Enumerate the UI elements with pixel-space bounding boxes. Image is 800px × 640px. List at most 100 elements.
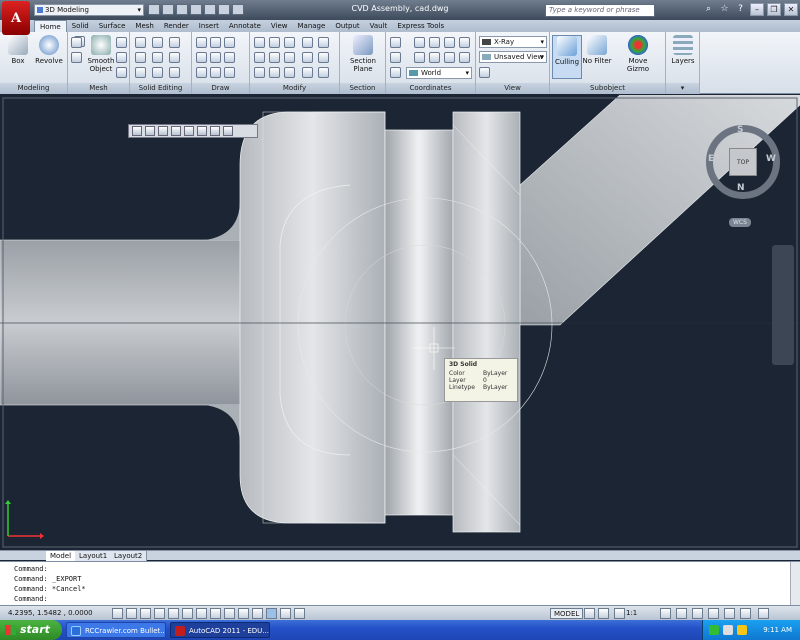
move-icon[interactable] (254, 37, 265, 48)
line-icon[interactable] (196, 37, 207, 48)
quick-view-drawings-icon[interactable] (598, 608, 609, 619)
annotation-visibility-icon[interactable] (660, 608, 671, 619)
panel-expand-layers[interactable]: ▾ (666, 83, 699, 94)
compass-north[interactable]: N (737, 183, 745, 193)
circle-icon[interactable] (224, 52, 235, 63)
lineweight-icon[interactable] (252, 608, 263, 619)
copy-icon[interactable] (254, 52, 265, 63)
tab-layout2[interactable]: Layout2 (110, 551, 148, 561)
wcs-menu[interactable]: WCS (729, 218, 751, 227)
3d-osnap-icon[interactable] (196, 608, 207, 619)
rotate-icon[interactable] (269, 52, 280, 63)
ducs-icon[interactable] (224, 608, 235, 619)
subtract-icon[interactable] (152, 37, 163, 48)
toolbar-tool-6-icon[interactable] (197, 126, 207, 136)
otrack-icon[interactable] (210, 608, 221, 619)
fillet-icon[interactable] (318, 37, 329, 48)
command-scrollbar[interactable] (790, 562, 800, 606)
toolbar-tool-7-icon[interactable] (210, 126, 220, 136)
polyline-icon[interactable] (210, 37, 221, 48)
box-button[interactable]: Box (3, 35, 33, 65)
toolbar-tool-5-icon[interactable] (184, 126, 194, 136)
ellipse-icon[interactable] (224, 67, 235, 78)
arc-icon[interactable] (224, 37, 235, 48)
array-icon[interactable] (254, 67, 265, 78)
panel-label-view[interactable]: View (476, 83, 549, 94)
panel-label-subobject[interactable]: Subobject (550, 83, 665, 94)
revolve-button[interactable]: Revolve (34, 35, 64, 65)
explode-icon[interactable] (302, 67, 313, 78)
ucs-view-icon[interactable] (414, 52, 425, 63)
save-as-icon[interactable] (190, 4, 202, 15)
move-gizmo-button[interactable]: Move Gizmo (618, 35, 658, 73)
undo-icon[interactable] (204, 4, 216, 15)
extract-edges-icon[interactable] (135, 52, 146, 63)
open-icon[interactable] (162, 4, 174, 15)
minimize-button[interactable]: – (750, 3, 764, 16)
toolbar-tool-8-icon[interactable] (223, 126, 233, 136)
tab-model[interactable]: Model (46, 551, 77, 561)
trim-icon[interactable] (302, 37, 313, 48)
binoculars-icon[interactable]: ⌕ (702, 3, 715, 16)
viewport-config-icon[interactable] (479, 67, 490, 78)
osnap-icon[interactable] (182, 608, 193, 619)
offset-icon[interactable] (318, 52, 329, 63)
toolbar-tool-1-icon[interactable] (132, 126, 142, 136)
workspace-switcher[interactable]: 3D Modeling ▾ (34, 4, 144, 16)
volume-icon[interactable] (723, 625, 733, 635)
toolbar-tool-3-icon[interactable] (158, 126, 168, 136)
redo-icon[interactable] (218, 4, 230, 15)
tab-express-tools[interactable]: Express Tools (392, 20, 449, 32)
panel-label-section[interactable]: Section (340, 83, 385, 94)
star-icon[interactable]: ☆ (718, 3, 731, 16)
tab-layout1[interactable]: Layout1 (75, 551, 113, 561)
imprint-icon[interactable] (169, 52, 180, 63)
navigation-bar[interactable] (772, 245, 794, 365)
command-window[interactable]: Command: Command: _EXPORT Command: *Canc… (0, 561, 800, 606)
tab-view[interactable]: View (266, 20, 293, 32)
clean-screen-icon[interactable] (740, 608, 751, 619)
stretch-icon[interactable] (284, 67, 295, 78)
save-icon[interactable] (176, 4, 188, 15)
tab-output[interactable]: Output (330, 20, 364, 32)
no-filter-button[interactable]: No Filter (582, 35, 612, 65)
panel-label-solid-editing[interactable]: Solid Editing (130, 83, 191, 94)
tab-mesh[interactable]: Mesh (130, 20, 158, 32)
ucs-icon[interactable] (390, 37, 401, 48)
plot-icon[interactable] (232, 4, 244, 15)
close-button[interactable]: ✕ (784, 3, 798, 16)
workspace-switching-icon[interactable] (676, 608, 687, 619)
panel-label-modeling[interactable]: Modeling (0, 83, 67, 94)
ucs-object-icon[interactable] (429, 52, 440, 63)
annotation-scale-icon[interactable] (614, 608, 625, 619)
compass-east[interactable]: E (708, 154, 714, 164)
ucs-dropdown[interactable]: World ▾ (406, 67, 472, 79)
align-icon[interactable] (284, 52, 295, 63)
help-icon[interactable]: ? (734, 3, 747, 16)
viewcube-top-face[interactable]: TOP (729, 148, 757, 176)
named-view-dropdown[interactable]: Unsaved View ▾ (479, 51, 547, 63)
dyn-icon[interactable] (238, 608, 249, 619)
task-autocad[interactable]: AutoCAD 2011 - EDU... (170, 622, 270, 638)
move-3d-icon[interactable] (284, 37, 295, 48)
compass-west[interactable]: W (766, 154, 776, 164)
transparency-icon[interactable] (266, 608, 277, 619)
model-space-button[interactable]: MODEL (550, 608, 584, 619)
erase-icon[interactable] (318, 67, 329, 78)
rotate-3d-icon[interactable] (269, 37, 280, 48)
tab-render[interactable]: Render (159, 20, 194, 32)
smooth-less-icon[interactable] (116, 52, 127, 63)
model-viewport[interactable]: TOP S N E W WCS 3D Solid Color ByLayer La… (0, 95, 800, 550)
lock-icon[interactable] (692, 608, 703, 619)
security-icon[interactable] (737, 625, 747, 635)
application-menu-button[interactable]: A (2, 1, 30, 35)
ortho-icon[interactable] (154, 608, 165, 619)
polar-icon[interactable] (168, 608, 179, 619)
shell-icon[interactable] (169, 67, 180, 78)
tab-annotate[interactable]: Annotate (224, 20, 266, 32)
toolbar-tool-4-icon[interactable] (171, 126, 181, 136)
tab-solid[interactable]: Solid (67, 20, 94, 32)
polygon-icon[interactable] (210, 67, 221, 78)
panel-label-coordinates[interactable]: Coordinates (386, 83, 475, 94)
visual-style-dropdown[interactable]: X-Ray ▾ (479, 36, 547, 48)
